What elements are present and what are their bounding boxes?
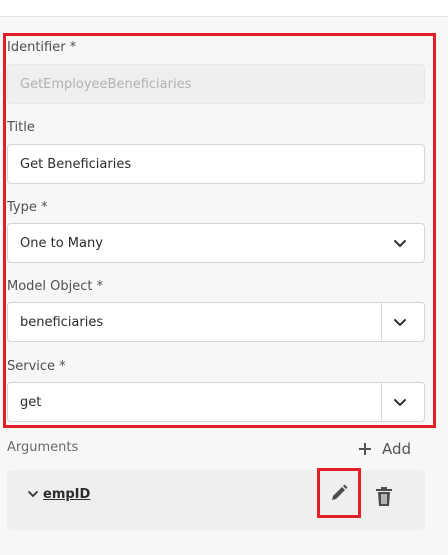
add-button-label: Add <box>382 440 412 458</box>
chevron-down-icon[interactable] <box>392 394 408 410</box>
type-select[interactable]: One to Many <box>7 223 425 263</box>
identifier-field: GetEmployeeBeneficiaries <box>7 64 425 104</box>
identifier-value: GetEmployeeBeneficiaries <box>20 77 192 92</box>
model-object-value: beneficiaries <box>20 315 104 330</box>
type-value: One to Many <box>20 236 103 251</box>
identifier-label: Identifier * <box>7 40 77 55</box>
model-object-select[interactable]: beneficiaries <box>7 302 425 342</box>
edit-argument-button[interactable] <box>317 468 361 518</box>
service-label: Service * <box>7 359 66 374</box>
plus-icon <box>359 443 371 455</box>
title-label: Title <box>7 120 35 135</box>
dropdown-divider <box>381 303 382 341</box>
dropdown-divider <box>381 383 382 421</box>
chevron-down-icon[interactable] <box>392 314 408 330</box>
trash-icon[interactable] <box>374 486 394 508</box>
argument-name[interactable]: empID <box>43 487 90 502</box>
model-object-label: Model Object * <box>7 279 104 294</box>
type-label: Type * <box>7 200 48 215</box>
chevron-down-icon[interactable] <box>27 488 39 500</box>
service-select[interactable]: get <box>7 382 425 422</box>
chevron-down-icon[interactable] <box>392 235 408 251</box>
top-strip <box>0 0 448 17</box>
title-input[interactable]: Get Beneficiaries <box>7 144 425 184</box>
add-argument-button[interactable]: Add <box>358 438 411 460</box>
argument-row[interactable]: empID <box>7 470 425 530</box>
arguments-label: Arguments <box>7 440 79 455</box>
service-value: get <box>20 395 42 410</box>
title-value: Get Beneficiaries <box>20 157 132 172</box>
pencil-icon <box>332 484 348 500</box>
